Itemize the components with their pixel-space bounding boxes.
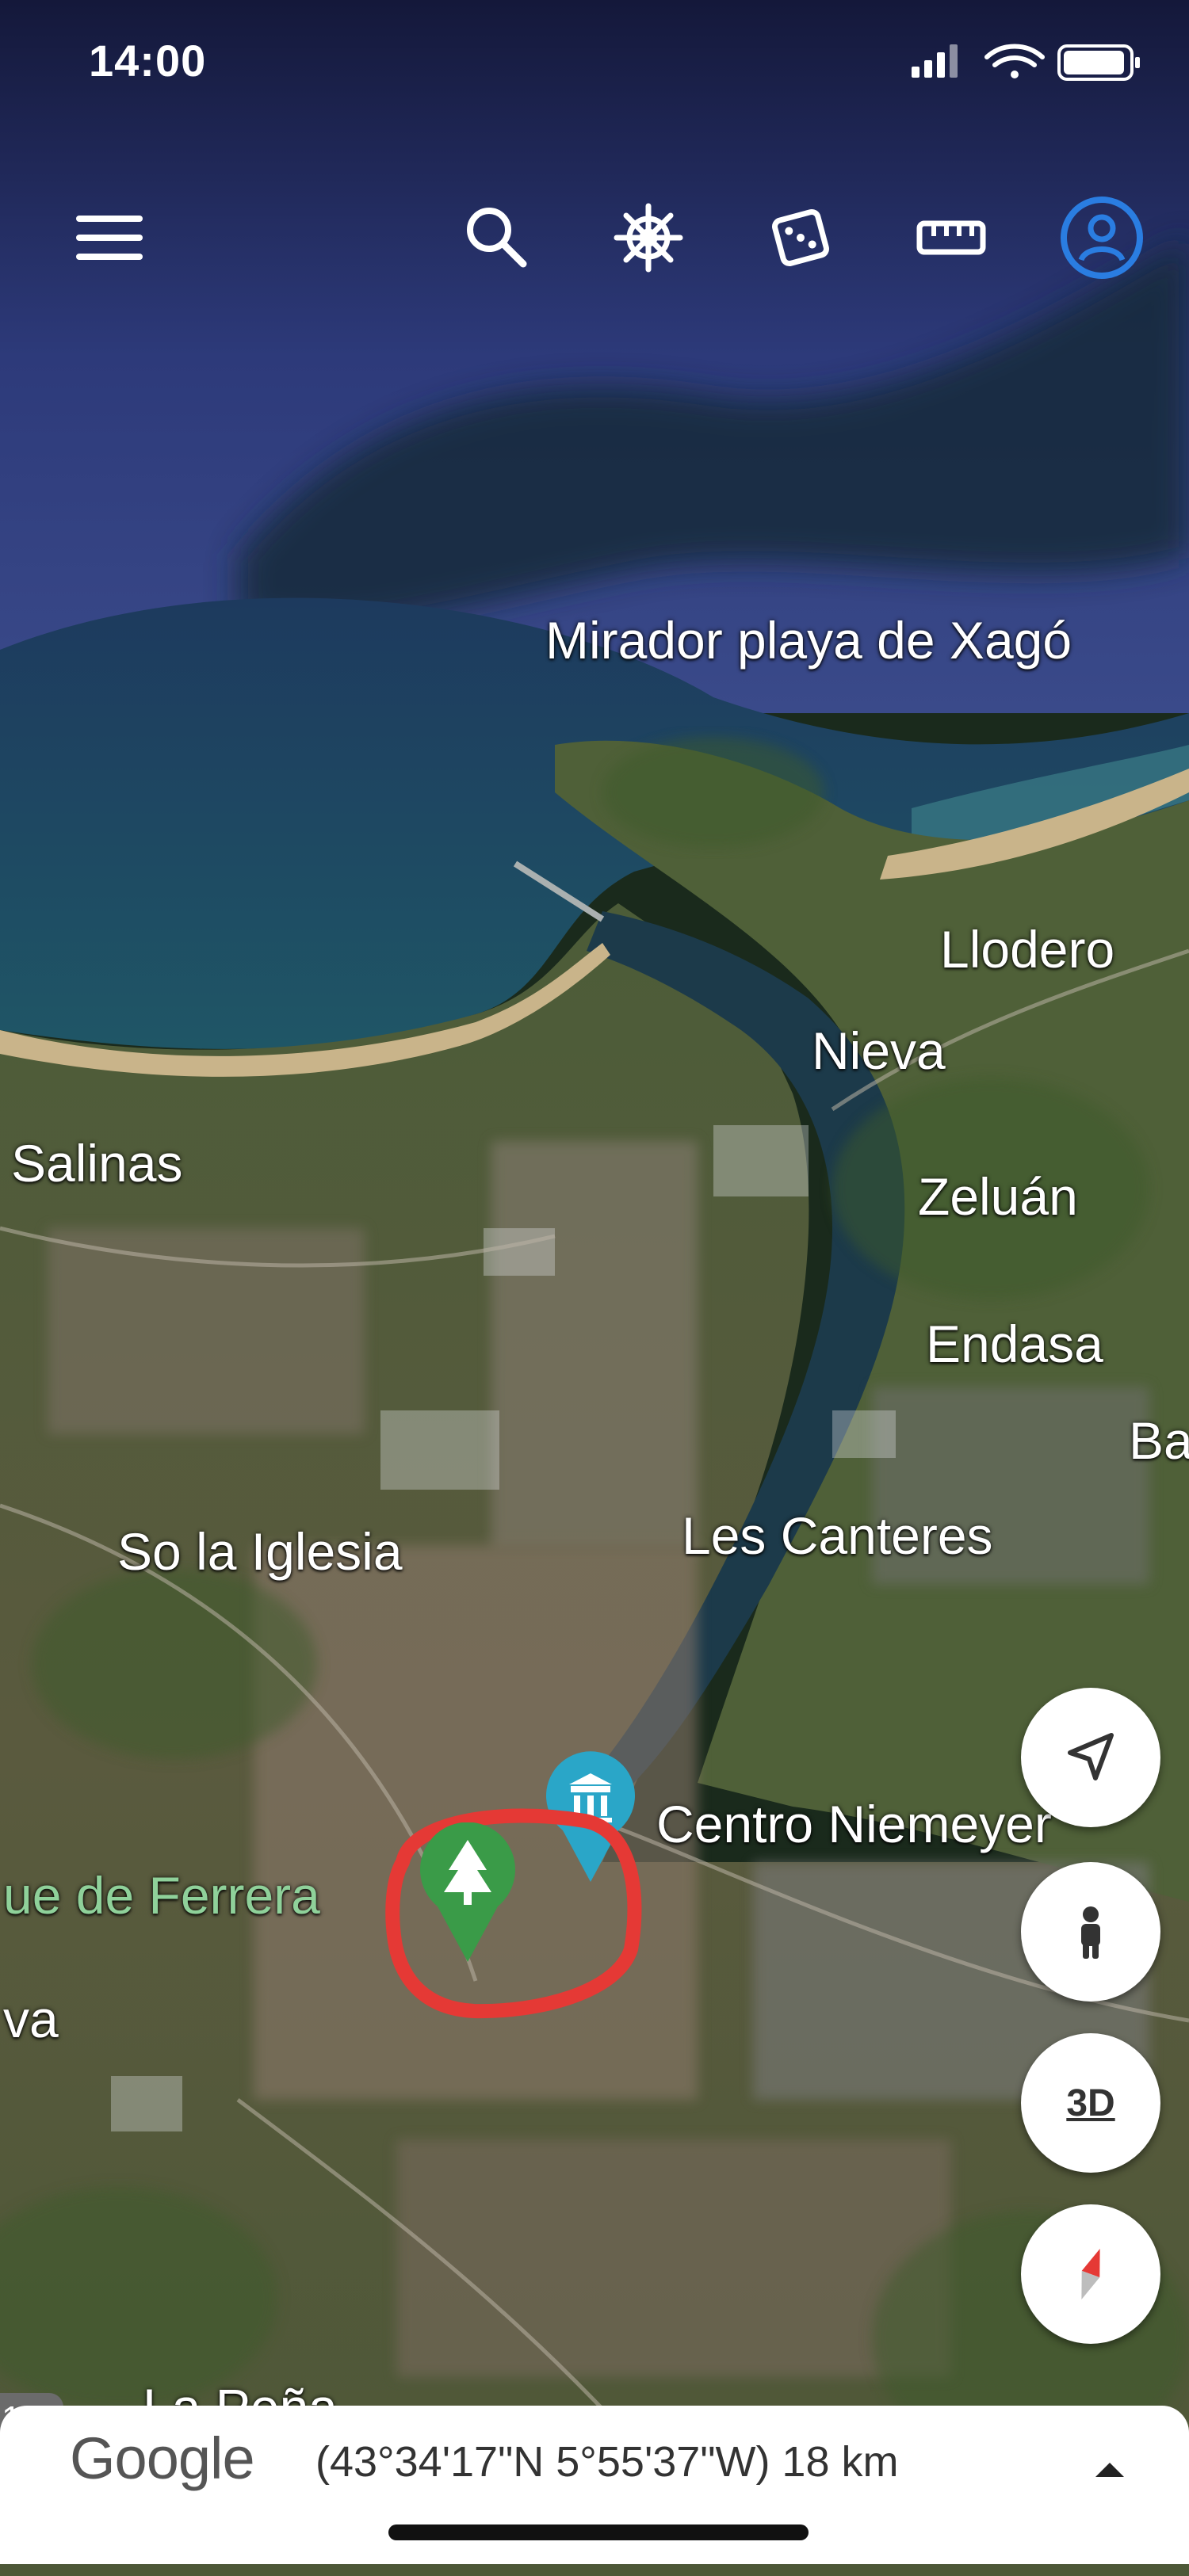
wifi-icon: [984, 44, 1045, 78]
signal-icon: [912, 44, 958, 78]
park-marker[interactable]: [412, 1822, 523, 1965]
battery-icon: [1057, 44, 1140, 81]
status-time: 14:00: [89, 36, 207, 86]
compass-button[interactable]: [1021, 2204, 1160, 2344]
label-zeluan[interactable]: Zeluán: [918, 1166, 1078, 1227]
label-les-canteres[interactable]: Les Canteres: [682, 1506, 993, 1566]
status-icons: [912, 40, 1149, 91]
label-mirador-playa-xago[interactable]: Mirador playa de Xagó: [545, 610, 1072, 670]
satellite-map[interactable]: [0, 0, 1189, 2576]
compass-icon: [1081, 2249, 1100, 2299]
coordinates-readout[interactable]: (43°34'17"N 5°55'37"W) 18 km: [315, 2437, 899, 2486]
3d-toggle-button[interactable]: 3D: [1021, 2033, 1160, 2173]
ruler-icon[interactable]: [904, 190, 999, 285]
account-icon[interactable]: [1054, 190, 1149, 285]
label-va[interactable]: va: [3, 1989, 59, 2049]
my-location-button[interactable]: [1021, 1688, 1160, 1827]
pegman-icon: [1081, 1906, 1100, 1959]
label-salinas[interactable]: Salinas: [11, 1133, 182, 1193]
label-nieva[interactable]: Nieva: [812, 1021, 946, 1081]
label-parque-ferrera[interactable]: ue de Ferrera: [3, 1865, 320, 1925]
label-ba[interactable]: Ba: [1129, 1410, 1189, 1471]
expand-up-icon[interactable]: [1086, 2453, 1134, 2485]
label-endasa[interactable]: Endasa: [926, 1314, 1103, 1374]
dice-icon[interactable]: [753, 190, 848, 285]
bottom-bar: Google (43°34'17"N 5°55'37"W) 18 km: [0, 2406, 1189, 2564]
ships-wheel-icon[interactable]: [601, 190, 696, 285]
3d-label: 3D: [1066, 2082, 1115, 2124]
label-so-la-iglesia[interactable]: So la Iglesia: [117, 1521, 403, 1582]
navigation-arrow-icon: [1068, 1733, 1114, 1780]
google-logo: Google: [70, 2425, 255, 2491]
street-view-button[interactable]: [1021, 1862, 1160, 2002]
menu-icon[interactable]: [62, 190, 157, 285]
label-centro-niemeyer[interactable]: Centro Niemeyer: [656, 1794, 1052, 1854]
search-icon[interactable]: [448, 190, 543, 285]
home-indicator[interactable]: [388, 2524, 809, 2540]
label-llodero[interactable]: Llodero: [940, 919, 1114, 979]
